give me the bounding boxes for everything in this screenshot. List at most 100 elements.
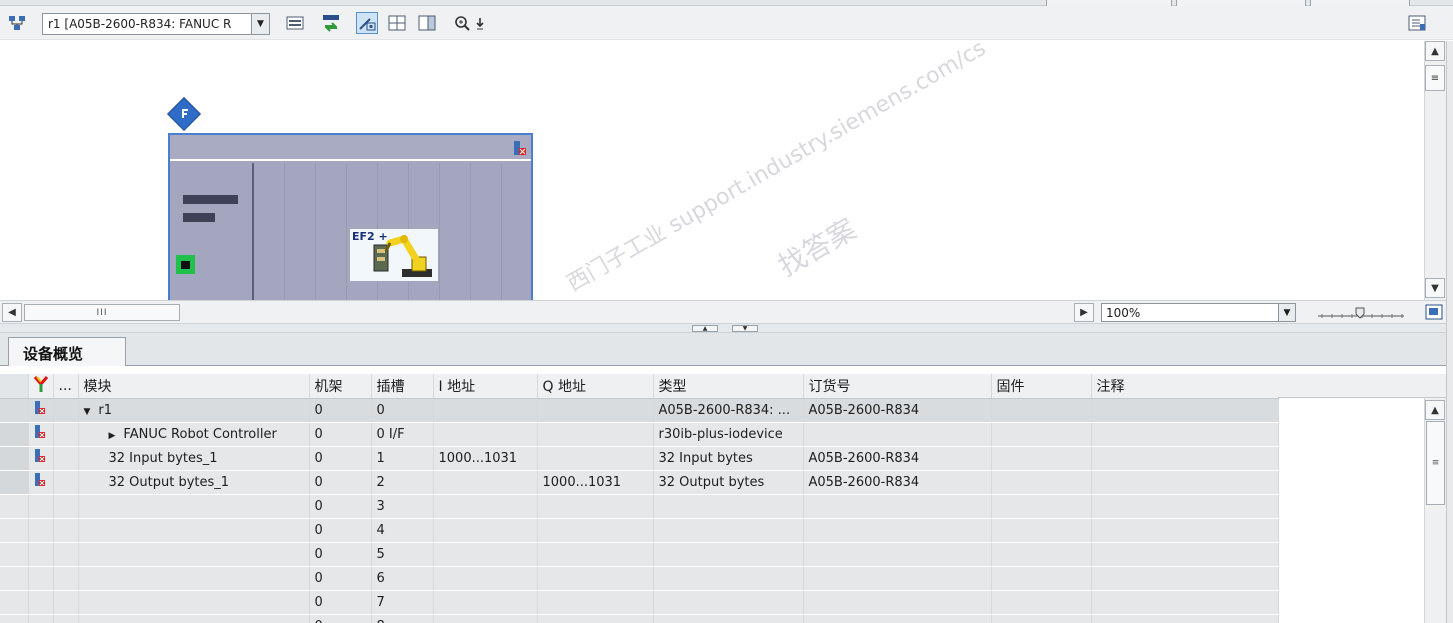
cell-q-address[interactable] <box>537 614 654 623</box>
header-firmware[interactable]: 固件 <box>991 374 1092 399</box>
robot-image[interactable]: EF2 + <box>350 229 438 281</box>
cell-rack[interactable]: 0 <box>309 518 372 543</box>
cell-slot[interactable]: 8 <box>371 614 434 623</box>
overview-navigation-icon[interactable] <box>1424 302 1444 322</box>
cell-slot[interactable]: 0 I/F <box>371 422 434 447</box>
table-row[interactable]: ▶ FANUC Robot Controller 0 0 I/F r30ib-pl… <box>0 422 1279 447</box>
cell-rack[interactable]: 0 <box>309 542 372 567</box>
cell-order-number[interactable] <box>803 566 992 591</box>
table-scroll-thumb[interactable]: ≡ <box>1426 421 1445 505</box>
cell-i-address[interactable] <box>433 566 538 591</box>
cell-comment[interactable] <box>1091 614 1279 623</box>
header-module[interactable]: 模块 <box>78 374 310 399</box>
cell-slot[interactable]: 2 <box>371 470 434 495</box>
cell-order-number[interactable]: A05B-2600-R834 <box>803 398 992 423</box>
display-names-icon[interactable] <box>284 12 306 34</box>
horizontal-scroll-thumb[interactable]: III <box>24 304 180 321</box>
cell-type[interactable] <box>653 566 804 591</box>
table-row[interactable]: 0 8 <box>0 614 1279 623</box>
zoom-icon[interactable] <box>452 12 488 34</box>
header-q-address[interactable]: Q 地址 <box>537 374 654 399</box>
cell-i-address[interactable] <box>433 422 538 447</box>
cell-type[interactable] <box>653 590 804 615</box>
device-select[interactable]: r1 [A05B-2600-R834: FANUC R ▼ <box>42 13 270 35</box>
cell-firmware[interactable] <box>991 590 1092 615</box>
robot-device-module[interactable]: EF2 + <box>168 133 533 300</box>
cell-i-address[interactable] <box>433 470 538 495</box>
row-header[interactable] <box>0 470 29 495</box>
cell-module[interactable]: ▶ FANUC Robot Controller <box>78 422 310 447</box>
cell-comment[interactable] <box>1091 494 1279 519</box>
cell-q-address[interactable] <box>537 566 654 591</box>
scroll-left-icon[interactable]: ◀ <box>2 303 22 322</box>
table-row[interactable]: 0 4 <box>0 518 1279 543</box>
cell-order-number[interactable] <box>803 590 992 615</box>
table-row[interactable]: 0 3 <box>0 494 1279 519</box>
cell-slot[interactable]: 5 <box>371 542 434 567</box>
cell-q-address[interactable]: 1000...1031 <box>537 470 654 495</box>
network-view-icon[interactable] <box>6 12 28 34</box>
cell-comment[interactable] <box>1091 422 1279 447</box>
cell-firmware[interactable] <box>991 542 1092 567</box>
assign-name-icon[interactable] <box>320 12 342 34</box>
cell-firmware[interactable] <box>991 422 1092 447</box>
chevron-down-icon[interactable]: ▼ <box>1278 304 1295 321</box>
cell-type[interactable] <box>653 518 804 543</box>
cell-module[interactable]: ▼ r1 <box>78 398 310 423</box>
cell-order-number[interactable] <box>803 494 992 519</box>
table-row[interactable]: 0 7 <box>0 590 1279 615</box>
table-row[interactable]: ▼ r1 0 0 A05B-2600-R834: ... A05B-2600-R8… <box>0 398 1279 423</box>
cell-module[interactable] <box>78 542 310 567</box>
cell-order-number[interactable]: A05B-2600-R834 <box>803 446 992 471</box>
row-header[interactable] <box>0 446 29 471</box>
table-grid-icon[interactable] <box>386 12 408 34</box>
cell-rack[interactable]: 0 <box>309 566 372 591</box>
table-row[interactable]: 32 Output bytes_1 0 2 1000...1031 32 Out… <box>0 470 1279 495</box>
cell-comment[interactable] <box>1091 542 1279 567</box>
zoom-select[interactable]: 100% ▼ <box>1101 303 1296 322</box>
row-header[interactable] <box>0 398 29 423</box>
cell-firmware[interactable] <box>991 398 1092 423</box>
header-extra[interactable]: ... <box>53 374 79 399</box>
cell-type[interactable] <box>653 494 804 519</box>
cell-module[interactable]: 32 Input bytes_1 <box>78 446 310 471</box>
cell-type[interactable] <box>653 542 804 567</box>
header-slot[interactable]: 插槽 <box>371 374 434 399</box>
cell-q-address[interactable] <box>537 422 654 447</box>
cell-type[interactable]: A05B-2600-R834: ... <box>653 398 804 423</box>
scroll-right-icon[interactable]: ▶ <box>1074 303 1094 322</box>
cell-rack[interactable]: 0 <box>309 494 372 519</box>
cell-i-address[interactable] <box>433 398 538 423</box>
cell-firmware[interactable] <box>991 494 1092 519</box>
cell-module[interactable] <box>78 518 310 543</box>
table-row[interactable]: 0 5 <box>0 542 1279 567</box>
caret-right-icon[interactable]: ▶ <box>109 431 116 441</box>
cell-slot[interactable]: 7 <box>371 590 434 615</box>
cell-rack[interactable]: 0 <box>309 398 372 423</box>
row-header[interactable] <box>0 590 29 615</box>
canvas-horizontal-scrollbar[interactable]: ◀ III ▶ 100% ▼ <box>0 300 1446 324</box>
table-vertical-scrollbar[interactable]: ▲ ≡ <box>1424 398 1446 623</box>
cell-slot[interactable]: 0 <box>371 398 434 423</box>
device-canvas[interactable]: EF2 + <box>0 41 1424 300</box>
canvas-vertical-scrollbar[interactable]: ▲ ≡ ▼ <box>1424 41 1446 300</box>
cell-order-number[interactable] <box>803 542 992 567</box>
cell-q-address[interactable] <box>537 398 654 423</box>
row-header[interactable] <box>0 422 29 447</box>
cell-type[interactable]: 32 Output bytes <box>653 470 804 495</box>
module-panel-icon[interactable] <box>416 12 438 34</box>
cell-firmware[interactable] <box>991 470 1092 495</box>
cell-comment[interactable] <box>1091 566 1279 591</box>
caret-down-icon[interactable]: ▼ <box>84 407 91 417</box>
cell-q-address[interactable] <box>537 494 654 519</box>
cell-rack[interactable]: 0 <box>309 446 372 471</box>
row-header[interactable] <box>0 494 29 519</box>
cell-comment[interactable] <box>1091 398 1279 423</box>
cell-order-number[interactable] <box>803 518 992 543</box>
network-port-icon[interactable] <box>176 255 195 274</box>
scroll-up-icon[interactable]: ▲ <box>1425 400 1445 420</box>
row-header[interactable] <box>0 614 29 623</box>
header-type[interactable]: 类型 <box>653 374 804 399</box>
cell-module[interactable] <box>78 566 310 591</box>
cell-comment[interactable] <box>1091 590 1279 615</box>
